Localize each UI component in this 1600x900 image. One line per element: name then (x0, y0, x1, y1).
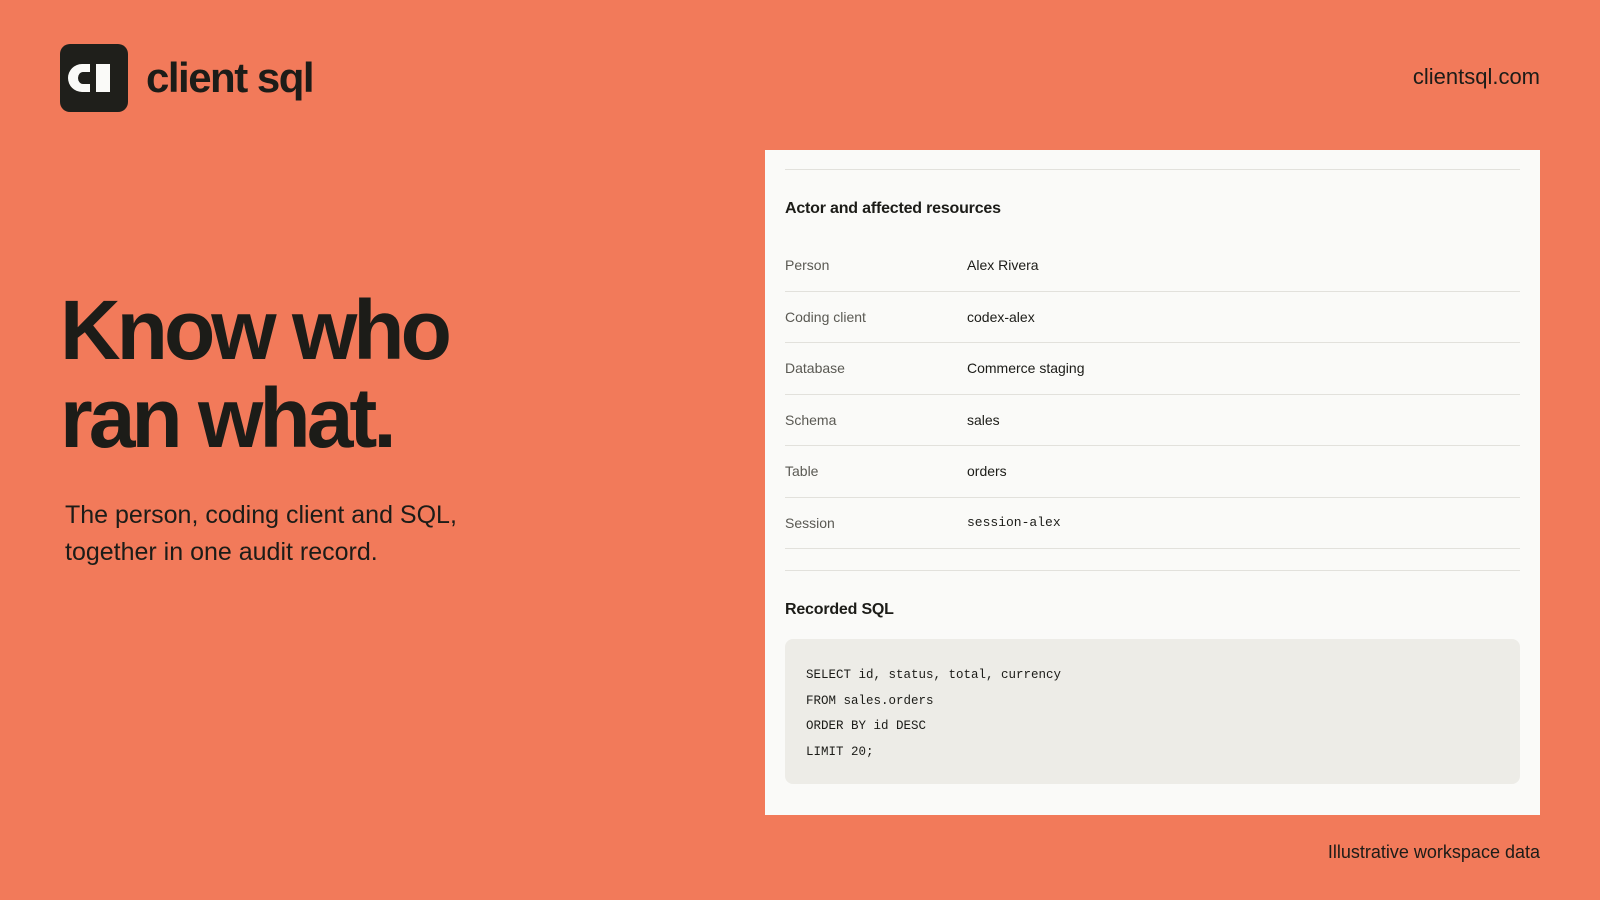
sql-section-title: Recorded SQL (785, 601, 894, 618)
sql-line: FROM sales.orders (806, 693, 934, 708)
field-row-session: Session session-alex (785, 498, 1520, 549)
field-row-person: Person Alex Rivera (785, 240, 1520, 292)
hero-subtitle-line: together in one audit record. (65, 538, 378, 566)
divider (785, 150, 1520, 170)
landing-slide: client sql clientsql.com Know who ran wh… (0, 0, 1600, 900)
field-key: Table (785, 463, 819, 480)
sql-line: ORDER BY id DESC (806, 719, 927, 733)
field-value: sales (967, 411, 1000, 428)
field-row-coding-client: Coding client codex-alex (785, 292, 1520, 343)
divider (785, 549, 1520, 571)
brand-name: client sql (146, 54, 315, 101)
field-value: session-alex (967, 515, 1061, 531)
actor-section-title: Actor and affected resources (785, 200, 1001, 217)
field-key: Database (785, 360, 845, 377)
brand[interactable]: client sql (60, 44, 315, 112)
footnote: Illustrative workspace data (1327, 842, 1540, 862)
field-value: codex-alex (967, 308, 1035, 325)
site-link[interactable]: clientsql.com (1413, 64, 1540, 90)
hero-title-line: Know who (60, 283, 452, 377)
field-key: Coding client (785, 308, 866, 325)
field-row-schema: Schema sales (785, 395, 1520, 446)
hero-subtitle: The person, coding client and SQL, toget… (65, 497, 585, 571)
sql-code-block: SELECT id, status, total, currency FROM … (785, 639, 1520, 784)
field-key: Person (785, 257, 830, 274)
field-row-database: Database Commerce staging (785, 343, 1520, 395)
cl-monogram-icon (60, 44, 128, 112)
hero-title: Know who ran what. (60, 286, 660, 462)
field-value: Commerce staging (967, 360, 1085, 377)
field-row-table: Table orders (785, 446, 1520, 498)
sql-line: SELECT id, status, total, currency (806, 668, 1062, 682)
field-key: Session (785, 514, 835, 531)
sql-line: LIMIT 20; (806, 744, 874, 759)
hero-title-line: ran what. (60, 371, 397, 465)
field-value: Alex Rivera (967, 257, 1039, 274)
hero-subtitle-line: The person, coding client and SQL, (65, 501, 457, 529)
field-key: Schema (785, 411, 837, 428)
audit-record-card: Actor and affected resources Person Alex… (765, 150, 1540, 815)
field-value: orders (967, 463, 1007, 480)
